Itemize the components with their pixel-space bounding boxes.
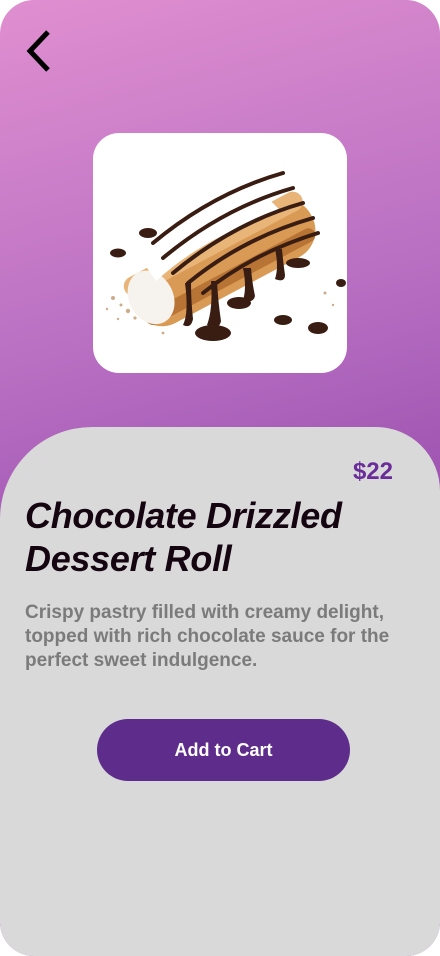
add-to-cart-button[interactable]: Add to Cart <box>97 719 350 781</box>
product-detail-screen: $22 Chocolate Drizzled Dessert Roll Cris… <box>0 0 440 956</box>
product-image <box>93 133 347 373</box>
chevron-left-icon <box>26 30 50 72</box>
product-description: Crispy pastry filled with creamy delight… <box>25 602 390 671</box>
product-title: Chocolate Drizzled Dessert Roll <box>25 495 342 579</box>
dessert-roll-image <box>105 171 346 341</box>
price-label: $22 <box>352 458 393 485</box>
back-button[interactable] <box>22 28 56 74</box>
